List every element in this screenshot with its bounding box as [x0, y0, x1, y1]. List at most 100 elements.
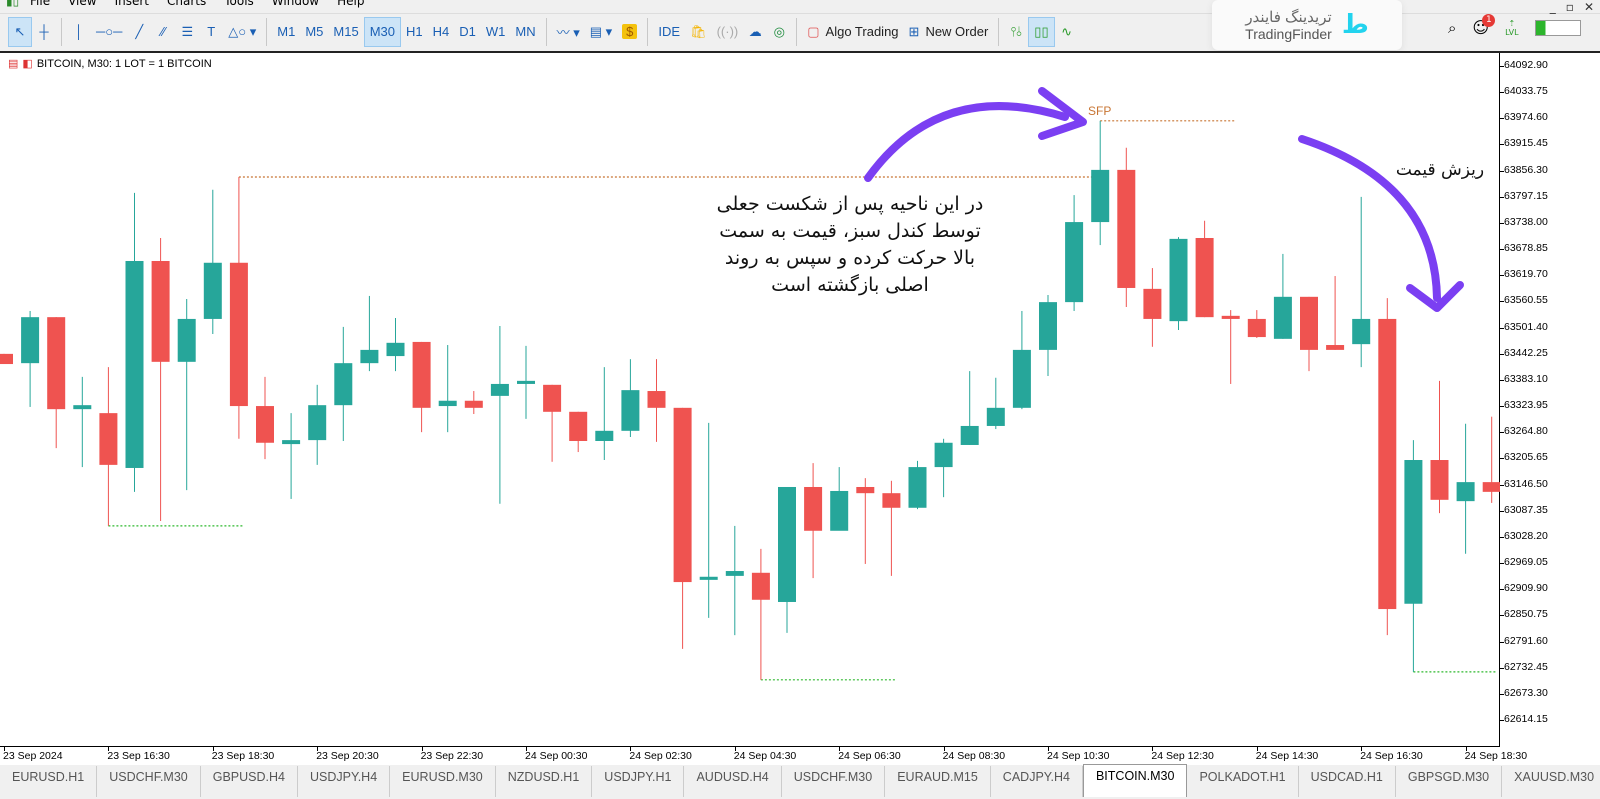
chart-window[interactable]: ▤ ◧ BITCOIN, M30: 1 LOT = 1 BITCOIN در ا… [0, 51, 1600, 765]
bullish-candle [438, 400, 457, 407]
price-tick [1500, 641, 1504, 643]
level-bar [1534, 19, 1581, 36]
minimize-icon[interactable]: _ [1550, 0, 1556, 14]
tab-nzdusd-h1[interactable]: NZDUSD.H1 [496, 766, 593, 797]
tab-bitcoin-m30[interactable]: BITCOIN.M30 [1082, 764, 1188, 797]
bullish-candle [177, 318, 196, 362]
price-tick-label: 63442.25 [1504, 346, 1548, 359]
timeframe-m5[interactable]: M5 [300, 17, 328, 47]
timeframe-w1[interactable]: W1 [481, 17, 511, 47]
algo-trading-button[interactable]: ▢ Algo Trading [802, 17, 903, 47]
ide-button[interactable]: IDE [653, 17, 685, 47]
menu-help[interactable]: Help [337, 0, 382, 10]
tab-cadjpy-h4[interactable]: CADJPY.H4 [991, 766, 1083, 797]
timeframe-m15[interactable]: M15 [328, 17, 363, 47]
text-icon[interactable]: T [199, 17, 223, 47]
time-tick-label: 23 Sep 18:30 [211, 750, 275, 762]
price-tick-label: 63264.80 [1504, 425, 1548, 438]
timeframe-h1[interactable]: H1 [401, 17, 428, 47]
time-tick-label: 24 Sep 00:30 [525, 750, 588, 762]
time-tick-label: 24 Sep 12:30 [1151, 750, 1214, 762]
app-icon: ▮▯ [6, 0, 20, 8]
bullish-candle [334, 363, 353, 406]
bearish-candle [1300, 296, 1318, 350]
price-tick [1500, 118, 1504, 120]
timeframe-h4[interactable]: H4 [428, 17, 455, 47]
timeframe-d1[interactable]: D1 [454, 17, 481, 47]
timeframe-m1[interactable]: M1 [272, 17, 300, 47]
tab-usdchf-m30[interactable]: USDCHF.M30 [782, 766, 886, 797]
tradingfinder-logo: تریدینگ فایندر TradingFinder ط [1212, 0, 1402, 50]
annotation-sfp-explanation: در این ناحیه پس از شکست جعلی توسط کندل س… [716, 193, 984, 296]
price-tick-label: 62969.05 [1504, 556, 1548, 569]
horizontal-line-icon[interactable]: ─○─ [91, 17, 127, 47]
time-tick-label: 24 Sep 16:30 [1360, 750, 1423, 762]
menu-insert[interactable]: Insert [115, 0, 167, 10]
signals-icon[interactable]: ((·)) [712, 17, 744, 47]
tab-gbpusd-h4[interactable]: GBPUSD.H4 [201, 766, 298, 797]
chart-type-icon[interactable]: 〰 ▾ [552, 17, 585, 47]
tab-eurusd-m30[interactable]: EURUSD.M30 [390, 766, 496, 797]
vps-cloud-icon[interactable]: ☁ [743, 17, 767, 47]
bearish-candle [1195, 237, 1214, 318]
price-tick-label: 62850.75 [1504, 608, 1548, 621]
timeframe-m30[interactable]: M30 [363, 16, 401, 47]
cursor-icon[interactable]: ↖ [8, 16, 32, 47]
price-tick-label: 63619.70 [1504, 268, 1548, 281]
menu-view[interactable]: View [68, 0, 114, 10]
window-controls: _ ▫ ✕ [1550, 0, 1594, 14]
bearish-candle [47, 317, 66, 410]
dollar-icon[interactable]: $ [617, 17, 642, 47]
bullish-candle [908, 467, 927, 508]
bearish-candle [0, 353, 13, 365]
tab-gbpsgd-m30[interactable]: GBPSGD.M30 [1396, 766, 1503, 797]
candlestick-chart-icon[interactable]: ▯▯ [1028, 16, 1055, 47]
close-icon[interactable]: ✕ [1584, 0, 1594, 14]
tab-usdchf-m30[interactable]: USDCHF.M30 [97, 766, 201, 797]
bearish-candle [569, 411, 588, 441]
bullish-candle [986, 407, 1005, 426]
price-tick-label: 63028.20 [1504, 529, 1548, 542]
menu-tools[interactable]: Tools [224, 0, 272, 10]
menu-window[interactable]: Window [272, 0, 337, 10]
chart-plot-area[interactable]: ▤ ◧ BITCOIN, M30: 1 LOT = 1 BITCOIN در ا… [0, 53, 1500, 747]
tab-euraud-m15[interactable]: EURAUD.M15 [885, 766, 991, 797]
search-icon[interactable]: ⌕ [1448, 19, 1456, 37]
lvl-icon[interactable]: ⇡ LVL [1505, 19, 1519, 37]
tab-usdjpy-h1[interactable]: USDJPY.H1 [592, 766, 685, 797]
line-chart-icon[interactable]: ∿ [1055, 17, 1079, 47]
channel-icon[interactable]: ⁄⁄ [151, 17, 175, 47]
price-tick [1500, 379, 1504, 381]
bullish-candle [73, 405, 92, 410]
bullish-candle [308, 405, 327, 441]
bearish-candle [1482, 482, 1500, 492]
bullish-candle [21, 317, 40, 364]
vertical-line-icon[interactable]: │ [67, 17, 91, 47]
tab-xauusd-m30[interactable]: XAUUSD.M30 [1502, 766, 1600, 797]
tab-audusd-h4[interactable]: AUDUSD.H4 [684, 766, 782, 797]
crosshair-icon[interactable]: ┼ [32, 17, 56, 47]
tab-usdjpy-h4[interactable]: USDJPY.H4 [298, 766, 391, 797]
bearish-candle [543, 384, 562, 412]
fibonacci-icon[interactable]: ☰ [175, 17, 199, 47]
add-account-icon[interactable]: ◎ [767, 17, 791, 47]
menu-charts[interactable]: Charts [167, 0, 224, 10]
menu-file[interactable]: File [30, 0, 68, 10]
price-tick-label: 64033.75 [1504, 85, 1548, 98]
account-button[interactable]: ☺ 1 [1472, 14, 1496, 37]
trendline-icon[interactable]: ╱ [127, 17, 151, 47]
tab-usdcad-h1[interactable]: USDCAD.H1 [1299, 766, 1396, 797]
new-order-button[interactable]: ⊞ New Order [904, 17, 994, 47]
time-tick [1152, 747, 1154, 751]
divider [545, 17, 547, 46]
shapes-icon[interactable]: △○ ▾ [223, 17, 261, 47]
restore-icon[interactable]: ▫ [1566, 0, 1574, 14]
indicators-icon[interactable]: ▤ ▾ [585, 17, 617, 47]
market-icon[interactable]: 🛍 [685, 17, 712, 47]
tab-eurusd-h1[interactable]: EURUSD.H1 [0, 766, 98, 797]
tab-polkadot-h1[interactable]: POLKADOT.H1 [1187, 766, 1299, 797]
bar-chart-icon[interactable]: ⫯⫰ [1004, 17, 1028, 47]
timeframe-mn[interactable]: MN [510, 17, 540, 47]
price-tick-label: 63738.00 [1504, 215, 1548, 228]
bullish-candle [490, 383, 509, 396]
